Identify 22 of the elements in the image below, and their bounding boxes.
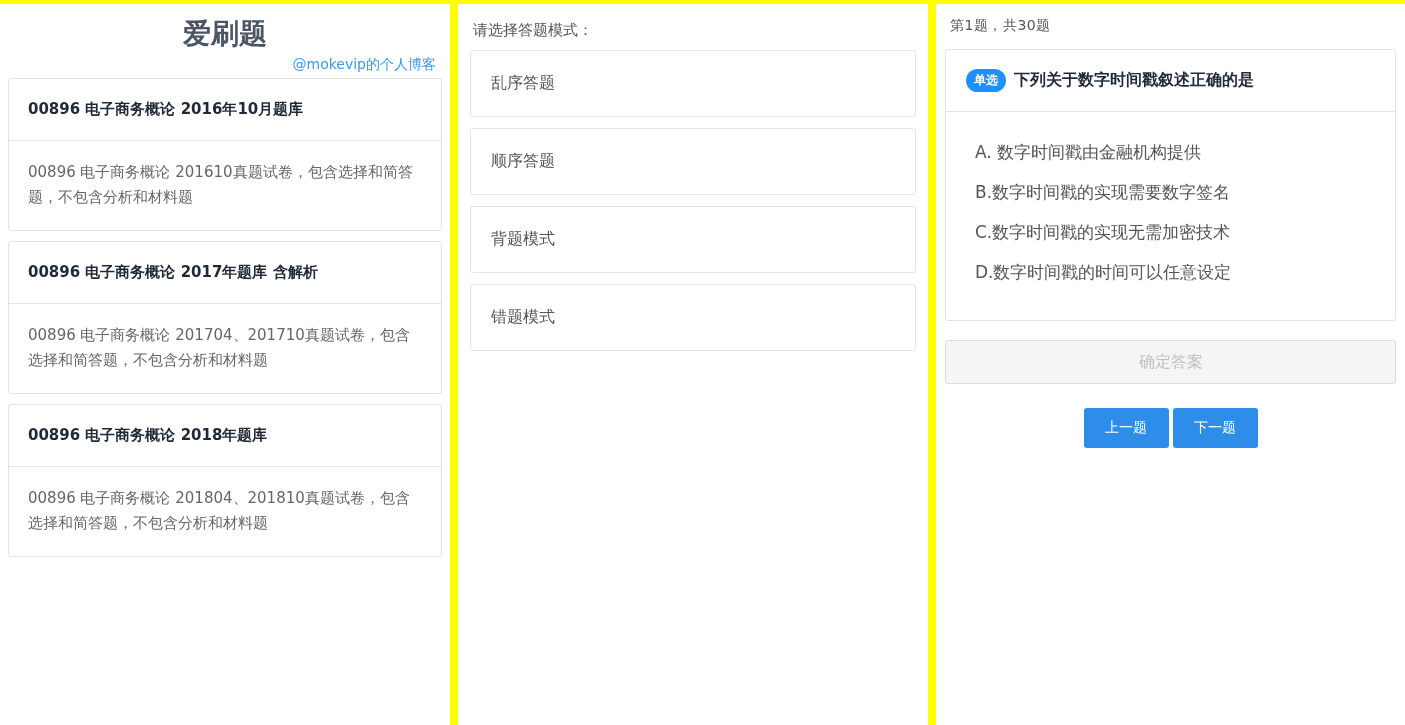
answer-option[interactable]: B.数字时间戳的实现需要数字签名: [975, 178, 1366, 218]
bank-description: 00896 电子商务概论 201704、201710真题试卷，包含选择和简答题，不包含分析和材料题: [28, 326, 410, 369]
bank-description: 00896 电子商务概论 201610真题试卷，包含选择和简答题，不包含分析和材料题: [28, 163, 413, 206]
question-text: 下列关于数字时间戳叙述正确的是: [1014, 70, 1254, 91]
bank-title: 00896 电子商务概论 2017年题库 含解析: [28, 263, 318, 282]
answer-option[interactable]: C.数字时间戳的实现无需加密技术: [975, 218, 1366, 258]
mode-prompt: 请选择答题模式：: [473, 21, 594, 40]
question-type-badge: 单选: [966, 69, 1006, 92]
app-title: 爱刷题: [182, 16, 268, 52]
mode-option[interactable]: 乱序答题: [470, 50, 916, 117]
mode-option[interactable]: 背题模式: [470, 206, 916, 273]
bank-card[interactable]: 00896 电子商务概论 2018年题库 00896 电子商务概论 201804、201810真题试卷，包含选择和简答题，不包含分析和材料题: [8, 404, 442, 557]
question-counter: 第1题，共30题: [950, 17, 1052, 35]
bank-card[interactable]: 00896 电子商务概论 2016年10月题库 00896 电子商务概论 201610真题试卷，包含选择和简答题，不包含分析和材料题: [8, 78, 442, 231]
answer-option[interactable]: D.数字时间戳的时间可以任意设定: [975, 258, 1366, 298]
mode-option[interactable]: 顺序答题: [470, 128, 916, 195]
mode-option[interactable]: 错题模式: [470, 284, 916, 351]
bank-title: 00896 电子商务概论 2016年10月题库: [28, 100, 304, 119]
bank-description: 00896 电子商务概论 201804、201810真题试卷，包含选择和简答题，不包含分析和材料题: [28, 489, 410, 532]
bank-title: 00896 电子商务概论 2018年题库: [28, 426, 268, 445]
bank-card[interactable]: 00896 电子商务概论 2017年题库 含解析 00896 电子商务概论 201704、201710真题试卷，包含选择和简答题，不包含分析和材料题: [8, 241, 442, 394]
answer-option[interactable]: A. 数字时间戳由金融机构提供: [975, 138, 1366, 178]
